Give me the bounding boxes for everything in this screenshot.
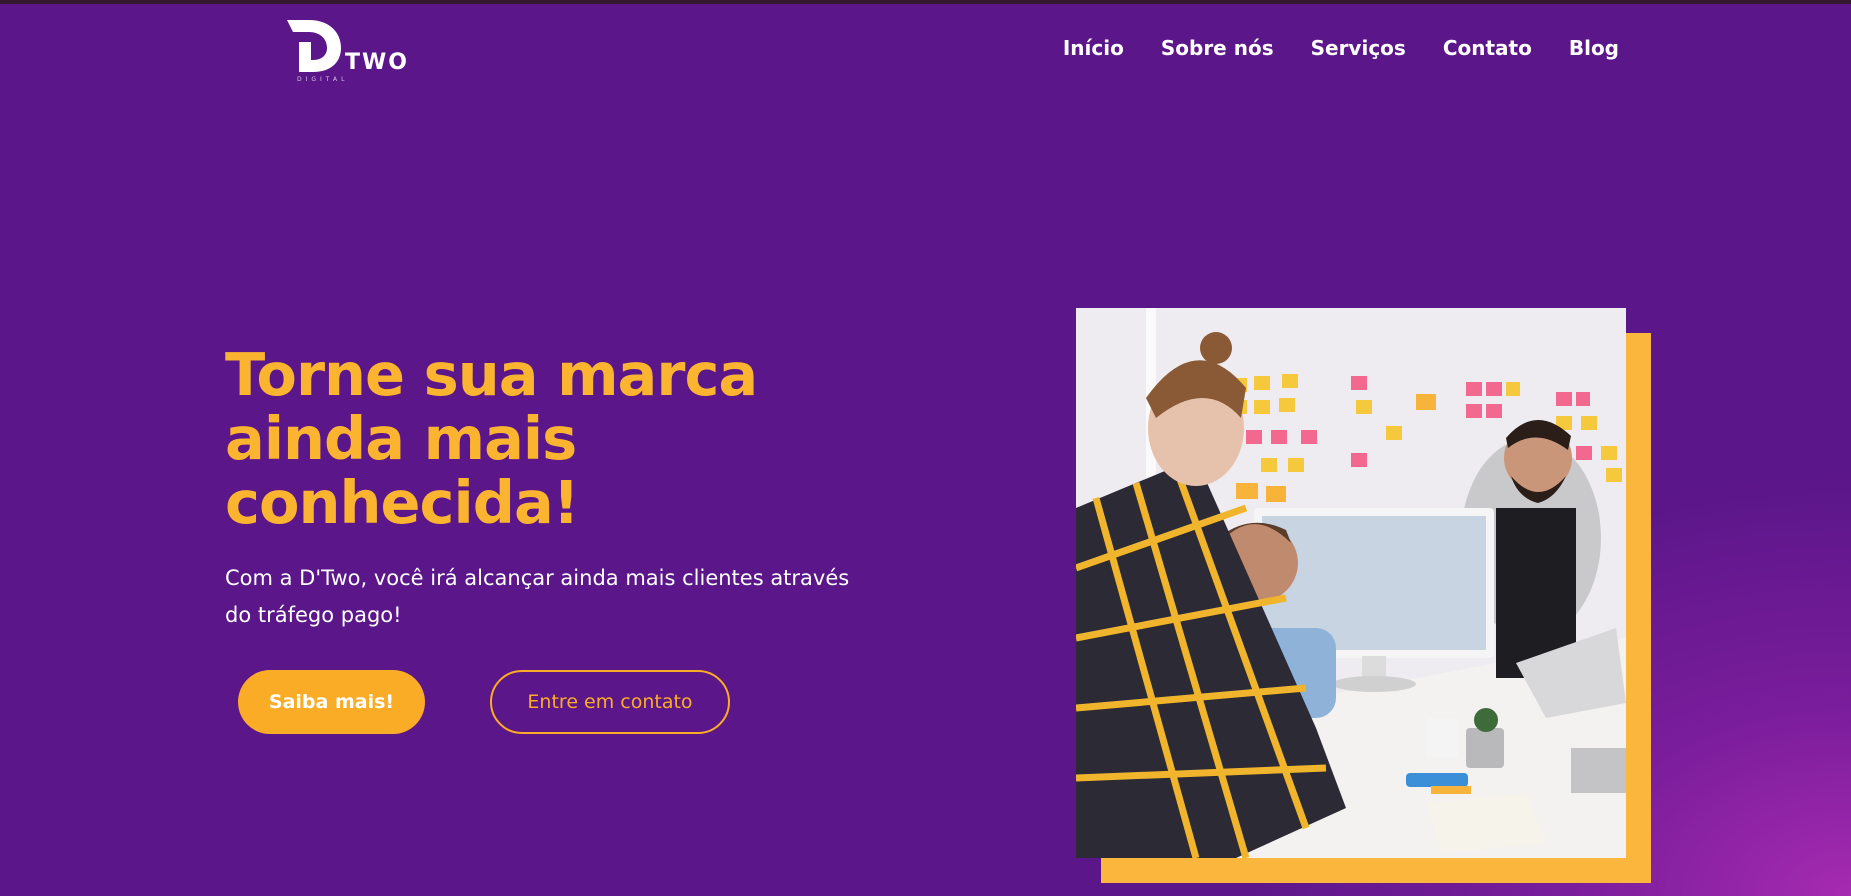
hero-title: Torne sua marca ainda mais conhecida! (225, 340, 758, 537)
top-strip (0, 0, 1851, 4)
contact-button[interactable]: Entre em contato (490, 670, 730, 734)
nav-item-inicio[interactable]: Início (1063, 36, 1124, 60)
nav-item-blog[interactable]: Blog (1569, 36, 1619, 60)
main-nav: Início Sobre nós Serviços Contato Blog (1063, 36, 1619, 60)
brand-name: TWO (345, 50, 409, 75)
brand-tagline: DIGITAL (297, 76, 349, 83)
logo-d-icon (287, 20, 341, 72)
nav-item-servicos[interactable]: Serviços (1311, 36, 1406, 60)
nav-item-contato[interactable]: Contato (1443, 36, 1532, 60)
brand-logo[interactable]: TWO DIGITAL (285, 20, 407, 86)
nav-item-sobre-nos[interactable]: Sobre nós (1161, 36, 1274, 60)
office-team-meeting-photo (1076, 308, 1626, 858)
hero-subtitle: Com a D'Two, você irá alcançar ainda mai… (225, 566, 850, 627)
learn-more-button[interactable]: Saiba mais! (238, 670, 425, 734)
